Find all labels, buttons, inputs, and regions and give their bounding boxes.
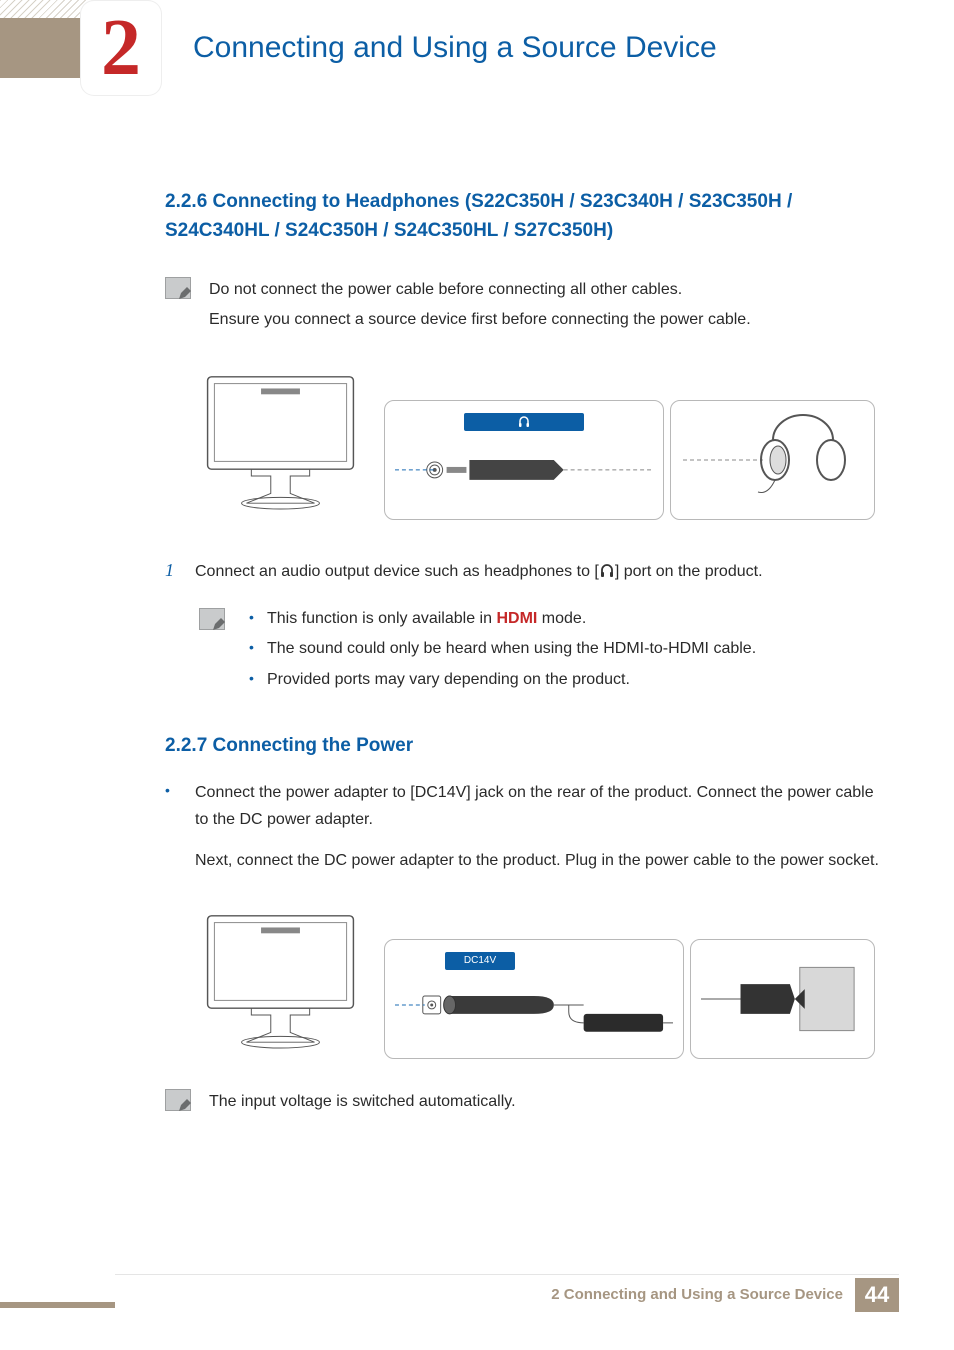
voltage-note: The input voltage is switched automatica… bbox=[209, 1087, 516, 1117]
bullet-3: Provided ports may vary depending on the… bbox=[243, 665, 756, 695]
diagram-wall-socket bbox=[690, 939, 875, 1059]
power-bullet-list: Connect the power adapter to [DC14V] jac… bbox=[165, 779, 884, 875]
bullet-1: This function is only available in HDMI … bbox=[243, 604, 756, 634]
diagram-headphone-port bbox=[384, 400, 664, 520]
power-diagram-row: DC14V bbox=[183, 899, 884, 1059]
step-number-1: 1 bbox=[165, 560, 183, 584]
step-1-after: ] port on the product. bbox=[615, 563, 763, 580]
note-icon bbox=[165, 277, 191, 299]
page-content: 2.2.6 Connecting to Headphones (S22C350H… bbox=[165, 188, 884, 1117]
sub-bullet-list: This function is only available in HDMI … bbox=[243, 604, 756, 695]
section-227: 2.2.7 Connecting the Power Connect the p… bbox=[165, 735, 884, 1117]
note-line-2: Ensure you connect a source device first… bbox=[209, 305, 751, 335]
step-1: 1 Connect an audio output device such as… bbox=[165, 560, 884, 584]
hdmi-highlight: HDMI bbox=[496, 610, 537, 627]
note-line-1: Do not connect the power cable before co… bbox=[209, 275, 751, 305]
bullet-1-before: This function is only available in bbox=[267, 610, 496, 627]
diagram-power-port: DC14V bbox=[384, 939, 684, 1059]
chapter-badge: 2 bbox=[80, 0, 162, 96]
diagram-headphones bbox=[670, 400, 875, 520]
chapter-number: 2 bbox=[101, 8, 141, 88]
headphone-port-label bbox=[464, 413, 584, 431]
diagram-monitor-2 bbox=[183, 899, 378, 1059]
section-227-heading: 2.2.7 Connecting the Power bbox=[165, 735, 884, 757]
bullet-1-after: mode. bbox=[537, 610, 586, 627]
page-number-badge: 44 bbox=[855, 1278, 899, 1312]
section-226-heading: 2.2.6 Connecting to Headphones (S22C350H… bbox=[165, 188, 884, 245]
bullet-2: The sound could only be heard when using… bbox=[243, 634, 756, 664]
power-bullet-1: Connect the power adapter to [DC14V] jac… bbox=[165, 779, 884, 833]
footer-accent-bar bbox=[0, 1302, 115, 1308]
power-bullet-continuation: Next, connect the DC power adapter to th… bbox=[165, 847, 884, 874]
chapter-title: Connecting and Using a Source Device bbox=[193, 31, 717, 65]
note-icon bbox=[199, 608, 225, 630]
dc14v-port-label: DC14V bbox=[445, 952, 515, 970]
headphone-icon bbox=[599, 563, 615, 579]
step-1-before: Connect an audio output device such as h… bbox=[195, 563, 599, 580]
page-footer: 2 Connecting and Using a Source Device 4… bbox=[115, 1274, 899, 1308]
note-block-2: The input voltage is switched automatica… bbox=[165, 1087, 884, 1117]
note-icon bbox=[165, 1089, 191, 1111]
note-block-1: Do not connect the power cable before co… bbox=[165, 275, 884, 336]
diagram-monitor bbox=[183, 360, 378, 520]
header-title-container: Connecting and Using a Source Device bbox=[115, 18, 954, 78]
note-text-1: Do not connect the power cable before co… bbox=[209, 275, 751, 336]
step-1-text: Connect an audio output device such as h… bbox=[195, 560, 763, 584]
sub-note-block: This function is only available in HDMI … bbox=[199, 604, 884, 695]
headphone-diagram-row bbox=[183, 360, 884, 520]
footer-chapter-text: 2 Connecting and Using a Source Device bbox=[551, 1286, 843, 1303]
